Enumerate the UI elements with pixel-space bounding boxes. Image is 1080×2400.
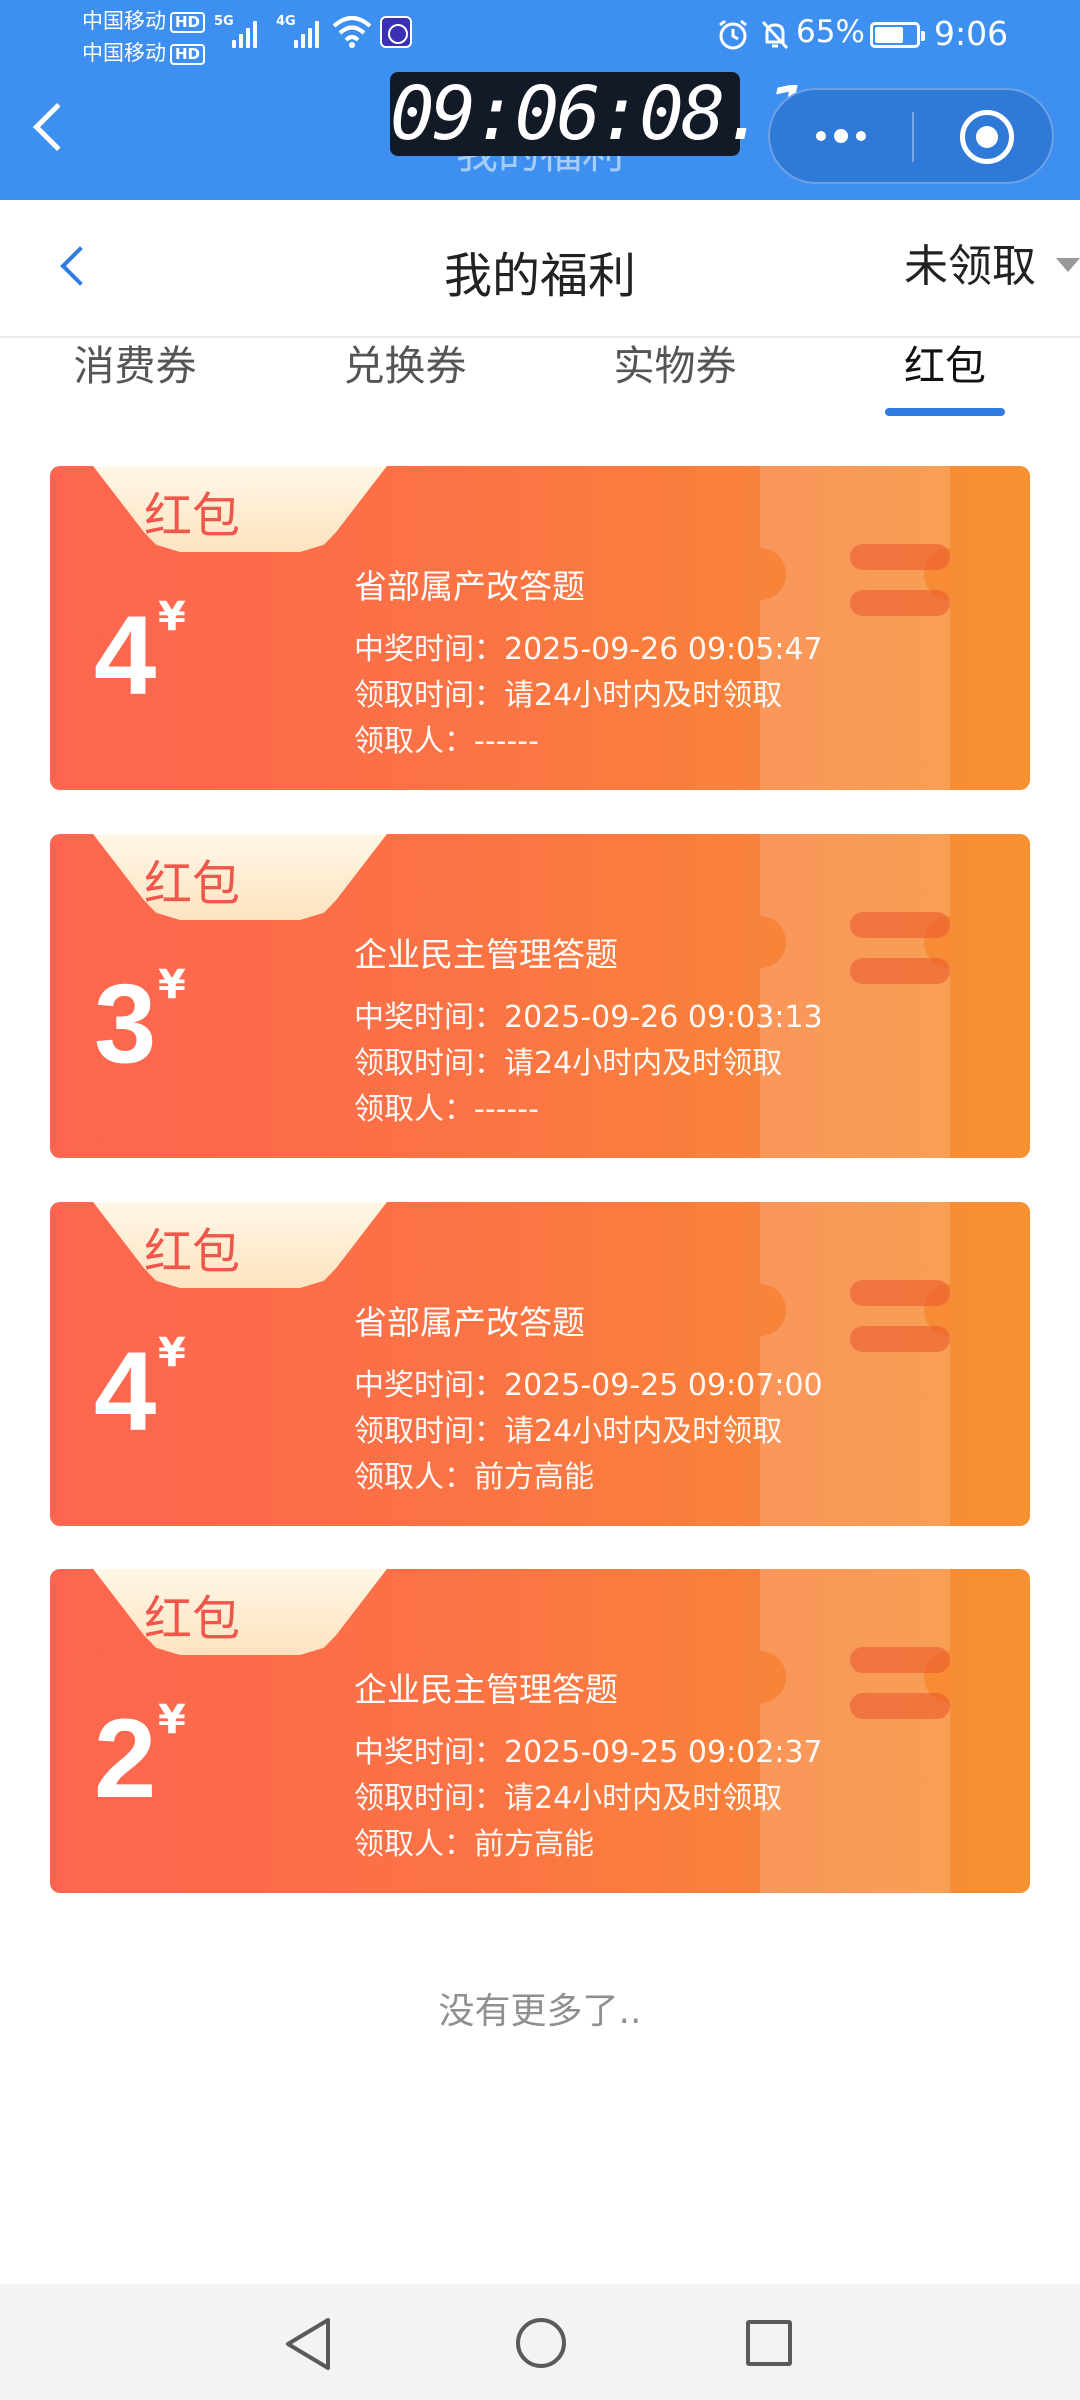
tab-red-packet[interactable]: 红包 [825,338,1065,394]
nav-recent-icon[interactable] [746,2320,792,2366]
coupon-tabs: 消费券 兑换券 实物券 红包 [0,338,1080,428]
activity-name: 企业民主管理答题 [354,1670,618,1709]
activity-name: 省部属产改答题 [354,1303,585,1342]
capsule-divider [912,112,914,162]
amount-value: 2 [94,1696,157,1821]
hd-badge: HD [170,43,206,65]
claim-time: 领取时间：请24小时内及时领取 [354,678,783,713]
badge-label: 红包 [144,488,241,544]
claimer: 领取人：------ [354,1092,539,1127]
carrier-1-name: 中国移动 [82,9,166,33]
amount-value: 3 [94,961,157,1086]
status-filter-dropdown[interactable]: 未领取 [904,230,1036,294]
win-time: 中奖时间：2025-09-25 09:07:00 [354,1368,823,1403]
more-dots-icon[interactable] [770,90,912,182]
win-time: 中奖时间：2025-09-26 09:05:47 [354,632,823,667]
badge-label: 红包 [144,1591,241,1647]
signal-icon [294,18,319,48]
system-nav-bar [0,2284,1080,2400]
amount-value: 4 [94,1329,157,1454]
alarm-icon [719,19,747,50]
tab-consumption-coupon[interactable]: 消费券 [15,338,255,394]
win-time: 中奖时间：2025-09-26 09:03:13 [354,1000,823,1035]
amount-value: 4 [94,593,157,718]
claim-time: 领取时间：请24小时内及时领取 [354,1781,783,1816]
timer-overlay: 09:06:08.1 [390,71,809,157]
nav-back-icon[interactable] [282,2316,334,2372]
badge-label: 红包 [144,856,241,912]
claimer: 领取人：前方高能 [354,1460,594,1495]
tab-exchange-coupon[interactable]: 兑换券 [285,338,525,394]
red-packet-card[interactable]: 红包 3 ¥ 企业民主管理答题 中奖时间：2025-09-26 09:03:13… [50,834,1030,1158]
currency-symbol: ¥ [158,594,186,640]
claimer: 领取人：------ [354,724,539,759]
currency-symbol: ¥ [158,1330,186,1376]
claimer: 领取人：前方高能 [354,1827,594,1862]
network-type-1: 5G [214,14,234,29]
tab-physical-coupon[interactable]: 实物券 [555,338,795,394]
claim-time: 领取时间：请24小时内及时领取 [354,1414,783,1449]
network-type-2: 4G [276,14,296,29]
nav-home-icon[interactable] [516,2318,566,2368]
signal-icon [232,18,257,48]
chevron-down-icon[interactable] [1056,258,1080,272]
active-tab-indicator [885,408,1005,416]
wifi-icon [332,16,372,48]
red-packet-card[interactable]: 红包 2 ¥ 企业民主管理答题 中奖时间：2025-09-25 09:02:37… [50,1569,1030,1893]
carrier-2-name: 中国移动 [82,41,166,65]
red-packet-card[interactable]: 红包 4 ¥ 省部属产改答题 中奖时间：2025-09-26 09:05:47 … [50,466,1030,790]
battery-percentage: 65% [796,14,865,50]
currency-symbol: ¥ [158,1697,186,1743]
hd-badge: HD [170,11,206,33]
activity-name: 企业民主管理答题 [354,935,618,974]
activity-name: 省部属产改答题 [354,567,585,606]
status-clock: 9:06 [934,14,1009,53]
mute-icon [761,20,789,50]
page-header: 我的福利 未领取 [0,200,1080,338]
mini-app-capsule [768,88,1054,184]
red-packet-card[interactable]: 红包 4 ¥ 省部属产改答题 中奖时间：2025-09-25 09:07:00 … [50,1202,1030,1526]
badge-label: 红包 [144,1224,241,1280]
battery-icon [870,22,925,48]
top-bar: 中国移动HD 中国移动HD 5G 4G 65% 9:06 我的福利 09:06:… [0,0,1080,200]
app-status-icon [380,16,412,48]
claim-time: 领取时间：请24小时内及时领取 [354,1046,783,1081]
carrier-1: 中国移动 HD [82,8,206,34]
currency-symbol: ¥ [158,962,186,1008]
win-time: 中奖时间：2025-09-25 09:02:37 [354,1735,823,1770]
target-icon[interactable] [960,110,1014,164]
carrier-2: 中国移动 HD [82,40,206,66]
end-of-list-text: 没有更多了.. [438,1991,642,2032]
